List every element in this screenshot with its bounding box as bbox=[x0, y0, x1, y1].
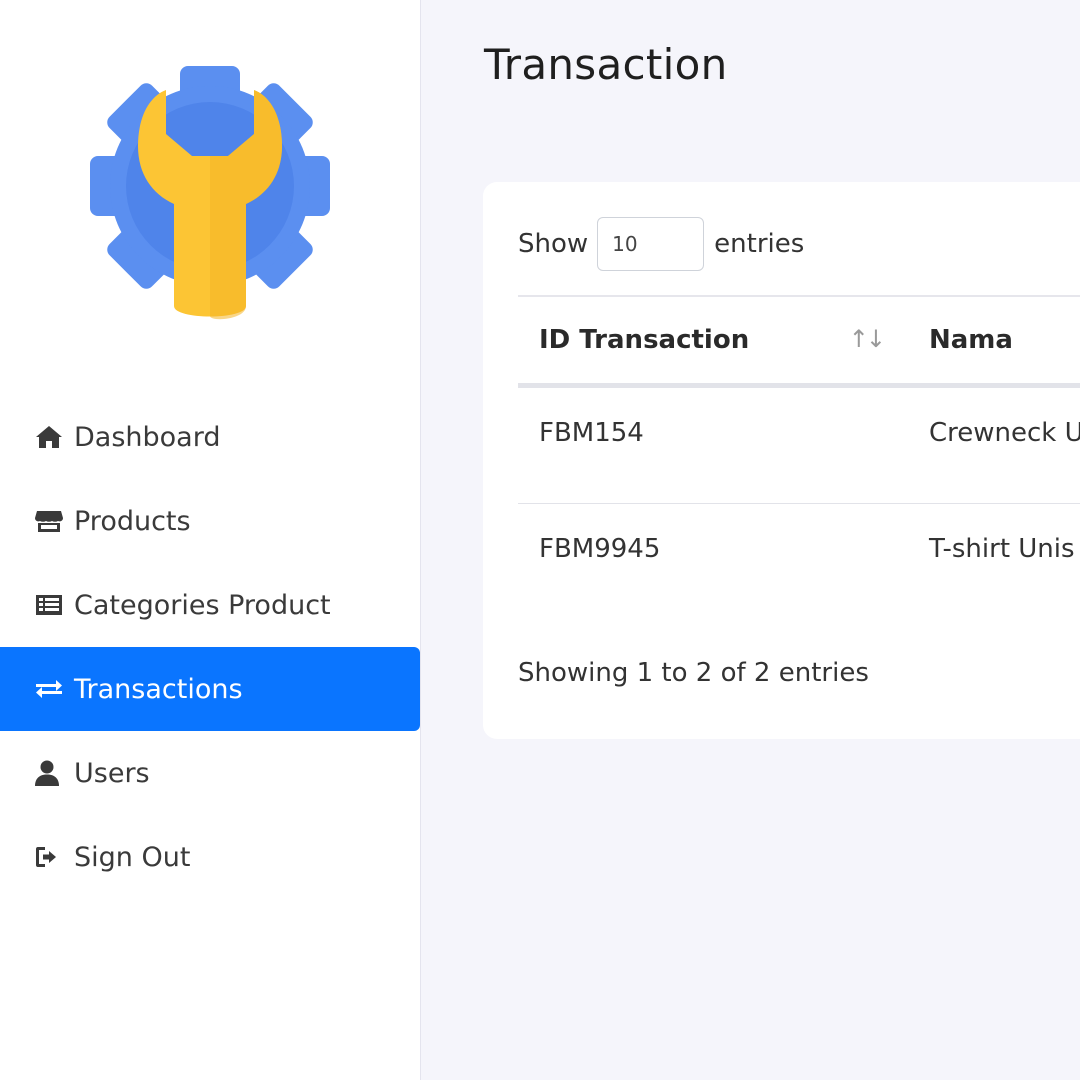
gear-wrench-icon bbox=[86, 66, 334, 330]
app-window: Dashboard Products Categories Product Tr… bbox=[0, 0, 1080, 1080]
table-header-row: ID Transaction ↑↓ Nama bbox=[518, 295, 1080, 388]
transactions-card: Show entries ID Transaction ↑↓ Nama bbox=[483, 182, 1080, 739]
column-header-id-transaction[interactable]: ID Transaction ↑↓ bbox=[518, 295, 909, 388]
sidebar-item-transactions[interactable]: Transactions bbox=[0, 647, 420, 731]
transactions-table: ID Transaction ↑↓ Nama FBM154 Crewneck U bbox=[518, 295, 1080, 621]
page-title: Transaction bbox=[484, 40, 728, 89]
sidebar-item-products[interactable]: Products bbox=[0, 479, 420, 563]
sidebar-item-label: Users bbox=[74, 757, 150, 789]
user-icon bbox=[34, 758, 68, 788]
sidebar-item-label: Dashboard bbox=[74, 421, 221, 453]
table-length-control: Show entries bbox=[518, 216, 804, 272]
sidebar-nav: Dashboard Products Categories Product Tr… bbox=[0, 395, 420, 899]
column-header-label: Nama bbox=[929, 324, 1013, 355]
sidebar-item-label: Products bbox=[74, 505, 191, 537]
sidebar-item-label: Categories Product bbox=[74, 589, 331, 621]
sidebar-item-categories-product[interactable]: Categories Product bbox=[0, 563, 420, 647]
table-row: FBM9945 T-shirt Unis bbox=[518, 503, 1080, 621]
column-header-label: ID Transaction bbox=[539, 324, 750, 355]
cell-id-transaction: FBM154 bbox=[518, 385, 909, 504]
sign-out-icon bbox=[34, 842, 68, 872]
cell-nama: T-shirt Unis bbox=[929, 533, 1075, 564]
sidebar-item-dashboard[interactable]: Dashboard bbox=[0, 395, 420, 479]
table-row: FBM154 Crewneck U bbox=[518, 385, 1080, 504]
sidebar-item-users[interactable]: Users bbox=[0, 731, 420, 815]
sidebar: Dashboard Products Categories Product Tr… bbox=[0, 0, 421, 1080]
sidebar-item-label: Transactions bbox=[74, 673, 243, 705]
cell-nama: Crewneck U bbox=[909, 385, 1080, 504]
cell-id-transaction: FBM9945 bbox=[539, 533, 661, 564]
list-icon bbox=[34, 590, 68, 620]
store-icon bbox=[34, 506, 68, 536]
sidebar-item-sign-out[interactable]: Sign Out bbox=[0, 815, 420, 899]
sort-icon[interactable]: ↑↓ bbox=[849, 325, 886, 353]
entries-label: entries bbox=[714, 229, 805, 259]
exchange-icon bbox=[34, 674, 68, 704]
show-label: Show bbox=[518, 229, 589, 259]
sidebar-item-label: Sign Out bbox=[74, 841, 191, 873]
table-info: Showing 1 to 2 of 2 entries bbox=[518, 658, 869, 688]
column-header-nama[interactable]: Nama bbox=[909, 295, 1080, 388]
home-icon bbox=[34, 422, 68, 452]
main-content: Transaction Show entries ID Transaction … bbox=[421, 0, 1080, 1080]
entries-length-select[interactable] bbox=[597, 217, 705, 271]
